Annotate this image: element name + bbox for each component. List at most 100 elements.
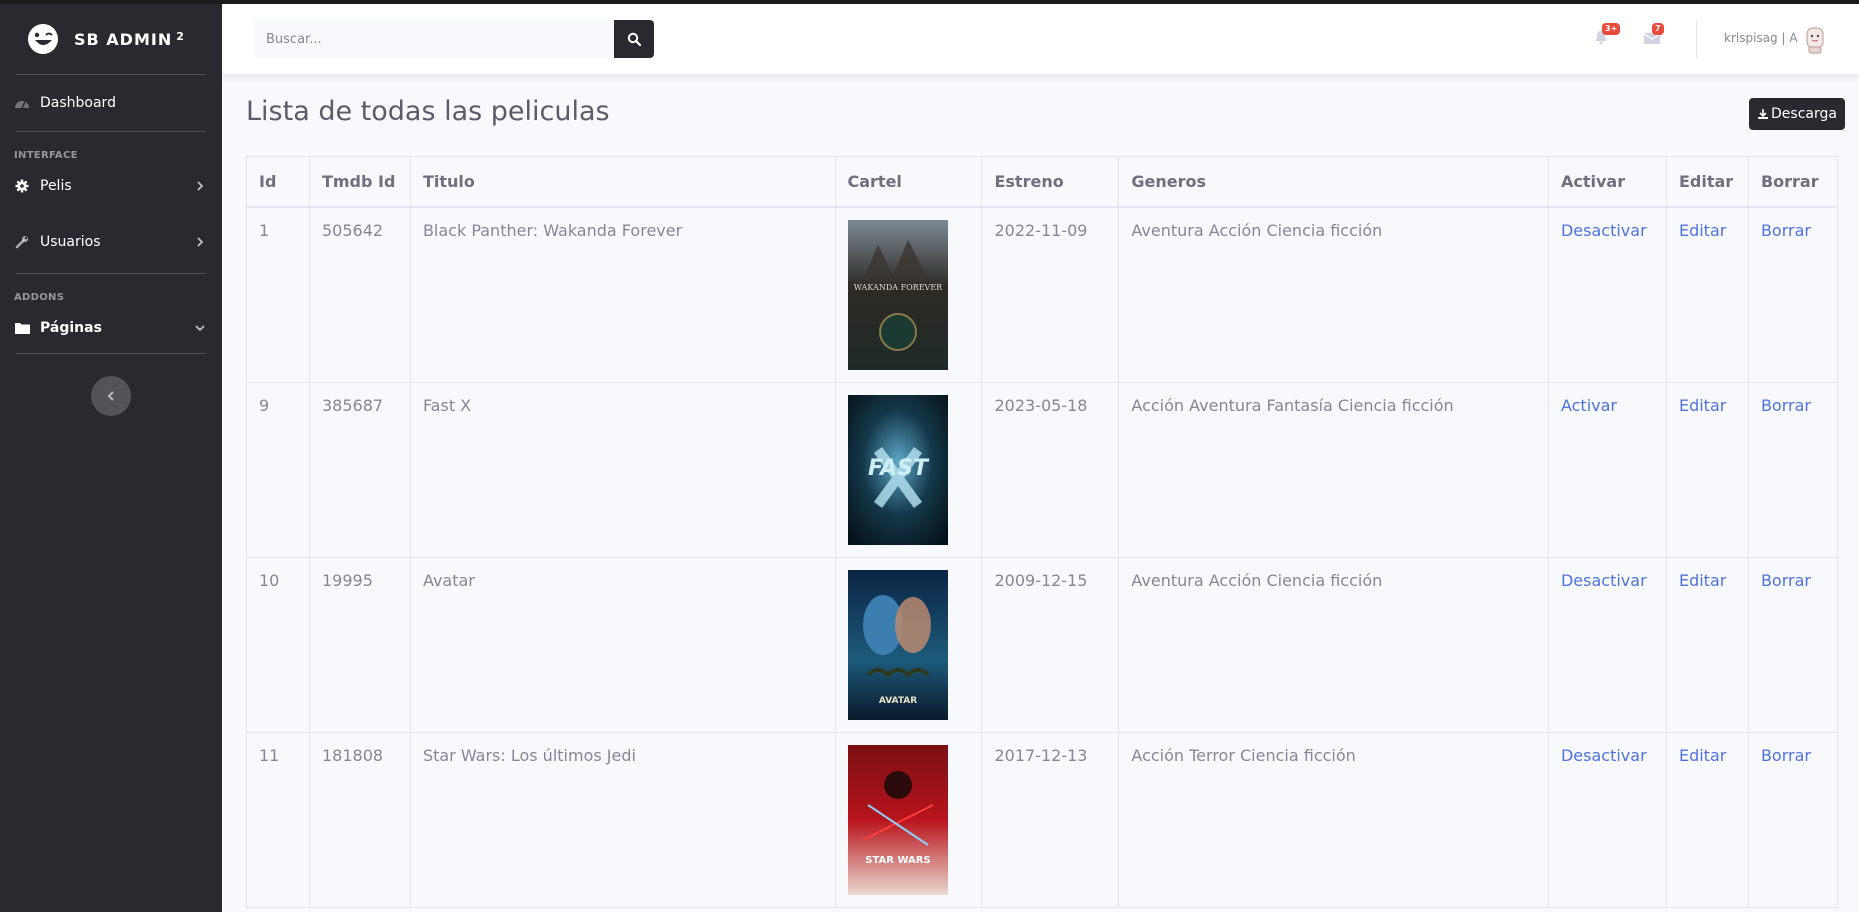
cog-icon <box>14 178 30 194</box>
col-header-id[interactable]: Id <box>246 156 310 208</box>
movies-table: Id Tmdb Id Titulo Cartel Estreno Generos… <box>246 156 1839 908</box>
toggle-active-link[interactable]: Desactivar <box>1561 746 1647 765</box>
sidebar-item-label: Usuarios <box>40 234 101 250</box>
poster-text: STAR WARS <box>865 855 930 866</box>
cell-tmdb-id: 385687 <box>308 381 411 558</box>
col-header-titulo[interactable]: Titulo <box>409 156 836 208</box>
download-button[interactable]: Descarga <box>1749 98 1845 130</box>
delete-link[interactable]: Borrar <box>1761 221 1811 240</box>
table-row: 11 181808 Star Wars: Los últimos Jedi ST… <box>246 731 1839 908</box>
table-row: 10 19995 Avatar AVATAR 2009-12-15 Aventu… <box>246 556 1839 733</box>
col-header-borrar[interactable]: Borrar <box>1747 156 1839 208</box>
search-button[interactable] <box>614 20 654 58</box>
page-title: Lista de todas las peliculas <box>246 96 610 127</box>
cell-tmdb-id: 19995 <box>308 556 411 733</box>
sidebar-toggle-button[interactable] <box>91 376 131 416</box>
sidebar: SB ADMIN 2 Dashboard INTERFACE Pelis Usua… <box>0 4 222 912</box>
tachometer-icon <box>14 95 30 111</box>
cell-estreno: 2009-12-15 <box>981 556 1120 733</box>
laugh-wink-logo-icon <box>28 24 58 54</box>
movie-poster-image[interactable]: AVATAR <box>847 569 948 720</box>
sidebar-item-paginas[interactable]: Páginas <box>0 303 222 353</box>
cell-estreno: 2022-11-09 <box>981 206 1120 383</box>
alerts-button[interactable]: 3+ <box>1594 23 1621 46</box>
cell-titulo: Avatar <box>409 556 836 733</box>
sidebar-item-dashboard[interactable]: Dashboard <box>0 75 222 131</box>
cell-estreno: 2023-05-18 <box>981 381 1120 558</box>
cell-cartel: STAR WARS <box>834 731 983 908</box>
edit-link[interactable]: Editar <box>1679 221 1726 240</box>
table-row: 1 505642 Black Panther: Wakanda Forever … <box>246 206 1839 383</box>
sidebar-item-pelis[interactable]: Pelis <box>0 161 222 211</box>
col-header-generos[interactable]: Generos <box>1118 156 1549 208</box>
movie-poster-image[interactable]: WAKANDA FOREVER <box>847 219 948 370</box>
delete-link[interactable]: Borrar <box>1761 746 1811 765</box>
toggle-active-link[interactable]: Activar <box>1561 396 1617 415</box>
alerts-badge: 3+ <box>1602 23 1621 35</box>
sidebar-heading-interface: INTERFACE <box>14 150 78 161</box>
search-icon <box>627 32 641 46</box>
edit-link[interactable]: Editar <box>1679 571 1726 590</box>
poster-text: AVATAR <box>878 696 916 706</box>
cell-tmdb-id: 181808 <box>308 731 411 908</box>
brand-sup: 2 <box>176 29 185 43</box>
toggle-active-link[interactable]: Desactivar <box>1561 571 1647 590</box>
col-header-tmdb[interactable]: Tmdb Id <box>308 156 411 208</box>
cell-cartel: AVATAR <box>834 556 983 733</box>
col-header-editar[interactable]: Editar <box>1665 156 1749 208</box>
cell-estreno: 2017-12-13 <box>981 731 1120 908</box>
cell-cartel: FAST <box>834 381 983 558</box>
toggle-active-link[interactable]: Desactivar <box>1561 221 1647 240</box>
messages-button[interactable]: 7 <box>1643 23 1664 46</box>
edit-link[interactable]: Editar <box>1679 746 1726 765</box>
sidebar-brand[interactable]: SB ADMIN 2 <box>0 4 222 74</box>
table-header-row: Id Tmdb Id Titulo Cartel Estreno Generos… <box>246 156 1839 208</box>
chevron-down-icon <box>195 325 205 332</box>
delete-link[interactable]: Borrar <box>1761 396 1811 415</box>
col-header-activar[interactable]: Activar <box>1547 156 1667 208</box>
cell-id: 11 <box>246 731 310 908</box>
messages-badge: 7 <box>1652 23 1664 35</box>
cell-id: 9 <box>246 381 310 558</box>
table-row: 9 385687 Fast X FAST 2023-05-18 Acción A… <box>246 381 1839 558</box>
chevron-left-icon <box>107 391 114 401</box>
topbar-divider <box>1696 20 1697 58</box>
cell-cartel: WAKANDA FOREVER <box>834 206 983 383</box>
sidebar-item-label: Páginas <box>40 320 102 336</box>
user-name[interactable]: krispisag | A <box>1724 31 1798 45</box>
edit-link[interactable]: Editar <box>1679 396 1726 415</box>
brand-name: SB ADMIN <box>74 29 173 49</box>
cell-id: 10 <box>246 556 310 733</box>
cell-generos: Aventura Acción Ciencia ficción <box>1118 556 1549 733</box>
sidebar-item-usuarios[interactable]: Usuarios <box>0 211 222 273</box>
movie-poster-image[interactable]: STAR WARS <box>847 744 948 895</box>
sidebar-item-label: Dashboard <box>40 95 116 111</box>
movie-poster-image[interactable]: FAST <box>847 394 948 545</box>
cell-generos: Acción Terror Ciencia ficción <box>1118 731 1549 908</box>
download-label: Descarga <box>1771 106 1837 122</box>
cell-generos: Acción Aventura Fantasía Ciencia ficción <box>1118 381 1549 558</box>
sidebar-heading-addons: ADDONS <box>14 292 65 303</box>
topbar: 3+ 7 krispisag | A <box>222 4 1859 74</box>
chevron-right-icon <box>197 237 204 247</box>
col-header-estreno[interactable]: Estreno <box>981 156 1120 208</box>
search-form <box>254 20 654 58</box>
chevron-right-icon <box>197 181 204 191</box>
user-avatar[interactable] <box>1802 25 1828 55</box>
cell-generos: Aventura Acción Ciencia ficción <box>1118 206 1549 383</box>
cell-titulo: Black Panther: Wakanda Forever <box>409 206 836 383</box>
download-icon <box>1758 109 1768 119</box>
cell-titulo: Fast X <box>409 381 836 558</box>
folder-icon <box>14 320 30 336</box>
wrench-icon <box>14 234 30 250</box>
poster-text: WAKANDA FOREVER <box>853 283 942 292</box>
sidebar-item-label: Pelis <box>40 178 72 194</box>
sidebar-divider <box>16 353 206 354</box>
col-header-cartel[interactable]: Cartel <box>834 156 983 208</box>
search-input[interactable] <box>254 20 614 58</box>
window-top-strip <box>0 0 1859 4</box>
cell-tmdb-id: 505642 <box>308 206 411 383</box>
cell-titulo: Star Wars: Los últimos Jedi <box>409 731 836 908</box>
poster-text: FAST <box>867 456 929 481</box>
delete-link[interactable]: Borrar <box>1761 571 1811 590</box>
